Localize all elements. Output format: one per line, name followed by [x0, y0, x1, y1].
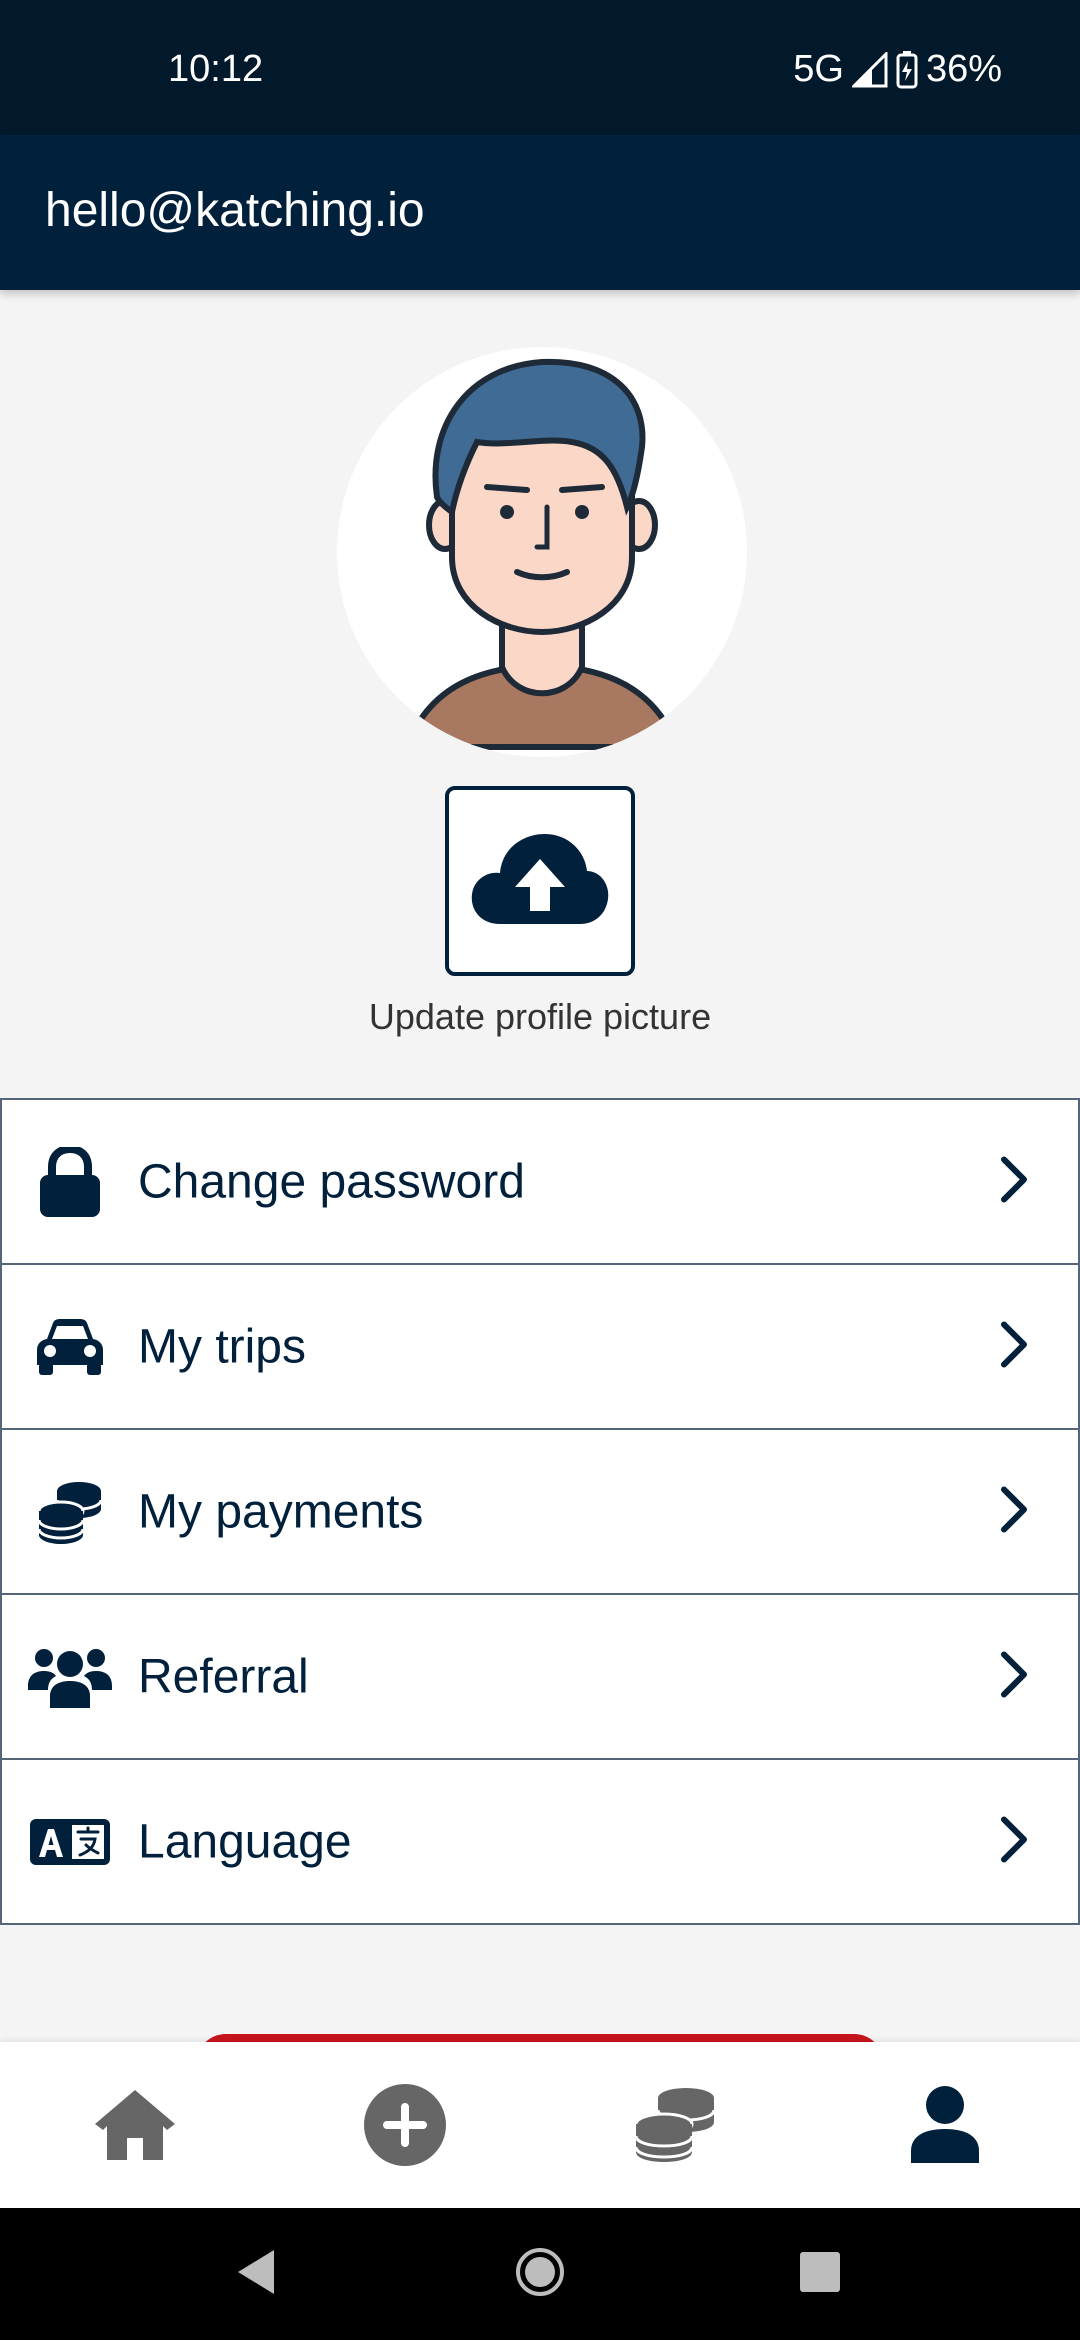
upload-picture-button[interactable]	[445, 786, 635, 976]
account-email: hello@katching.io	[45, 184, 425, 237]
network-label: 5G	[793, 48, 844, 90]
system-navigation-bar	[0, 2208, 1080, 2340]
bottom-navigation	[0, 2042, 1080, 2208]
home-circle-icon	[514, 2246, 566, 2303]
chevron-right-icon	[998, 1815, 1030, 1868]
settings-menu: Change password My trips My payments Ref…	[0, 1098, 1080, 1925]
menu-item-my-trips[interactable]: My trips	[2, 1265, 1078, 1430]
recents-square-icon	[798, 2250, 842, 2299]
update-profile-picture-label: Update profile picture	[368, 996, 712, 1037]
status-bar: 10:12 5G 36%	[0, 0, 1080, 135]
menu-item-my-payments[interactable]: My payments	[2, 1430, 1078, 1595]
recents-button[interactable]	[792, 2246, 848, 2302]
menu-item-label: My payments	[138, 1485, 424, 1538]
menu-item-change-password[interactable]: Change password	[2, 1100, 1078, 1265]
plus-circle-icon	[363, 2083, 447, 2172]
menu-item-language[interactable]: Language	[2, 1760, 1078, 1925]
app-bar: hello@katching.io	[0, 135, 1080, 290]
battery-icon	[896, 50, 918, 89]
status-time: 10:12	[168, 48, 264, 90]
menu-item-label: My trips	[138, 1320, 306, 1373]
menu-item-label: Change password	[138, 1155, 525, 1208]
nav-payments[interactable]	[630, 2082, 720, 2172]
chevron-right-icon	[998, 1650, 1030, 1703]
coins-icon	[634, 2086, 716, 2169]
nav-add[interactable]	[360, 2082, 450, 2172]
status-indicators: 5G 36%	[793, 48, 1002, 91]
menu-item-label: Language	[138, 1815, 352, 1868]
chevron-right-icon	[998, 1320, 1030, 1373]
signal-icon	[851, 51, 888, 88]
user-icon	[909, 2085, 981, 2170]
chevron-right-icon	[998, 1485, 1030, 1538]
home-icon	[93, 2088, 177, 2167]
car-icon	[28, 1312, 112, 1382]
back-triangle-icon	[234, 2248, 278, 2301]
coins-icon	[28, 1477, 112, 1547]
menu-item-referral[interactable]: Referral	[2, 1595, 1078, 1760]
nav-home[interactable]	[90, 2082, 180, 2172]
menu-item-label: Referral	[138, 1650, 309, 1703]
home-button[interactable]	[512, 2246, 568, 2302]
battery-percent: 36%	[925, 48, 1002, 90]
avatar	[337, 347, 747, 757]
language-icon	[28, 1807, 112, 1877]
lock-icon	[28, 1146, 112, 1217]
back-button[interactable]	[228, 2246, 284, 2302]
cloud-upload-icon	[470, 829, 610, 934]
nav-profile[interactable]	[900, 2082, 990, 2172]
chevron-right-icon	[998, 1155, 1030, 1208]
users-icon	[28, 1642, 112, 1712]
